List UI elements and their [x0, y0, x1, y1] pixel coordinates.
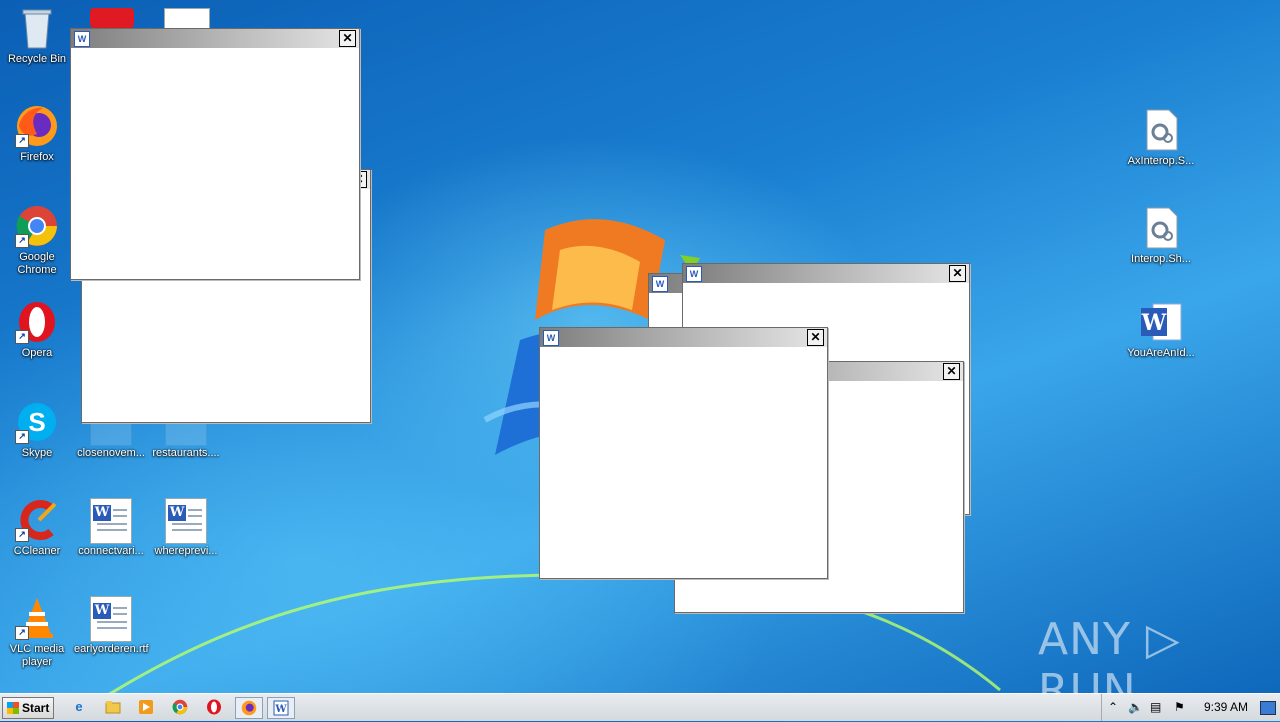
word-document-icon: W	[652, 276, 668, 292]
show-desktop-icon[interactable]	[1260, 701, 1276, 715]
dll-file-icon	[1139, 206, 1183, 250]
desktop-icon-label: Recycle Bin	[7, 53, 67, 65]
desktop-icon-youareanid[interactable]: W YouAreAnId...	[1124, 300, 1198, 360]
shortcut-arrow-icon: ↗	[15, 234, 29, 248]
desktop-icon-firefox[interactable]: ↗ Firefox	[0, 104, 74, 164]
desktop-icon-label: Opera	[21, 347, 53, 359]
firefox-icon: ↗	[15, 104, 59, 148]
start-button[interactable]: Start	[2, 697, 54, 719]
desktop-icon-label: restaurants....	[152, 447, 220, 459]
desktop-icon-ccleaner[interactable]: ↗ CCleaner	[0, 498, 74, 558]
shortcut-arrow-icon: ↗	[15, 626, 29, 640]
desktop-icon-chrome[interactable]: ↗ Google Chrome	[0, 204, 74, 277]
desktop-icon-recycle-bin[interactable]: Recycle Bin	[0, 6, 74, 66]
word-document-icon: W	[74, 31, 90, 47]
desktop-icon-label: VLC media player	[9, 643, 65, 668]
show-hidden-icons-icon[interactable]: ⌃	[1108, 700, 1118, 714]
desktop-icon-axinterop[interactable]: AxInterop.S...	[1124, 108, 1198, 168]
desktop-icon-label: Skype	[21, 447, 53, 459]
desktop-icon-label: connectvari...	[78, 545, 144, 557]
opera-icon[interactable]	[203, 697, 225, 717]
start-label: Start	[22, 701, 50, 715]
chrome-icon: ↗	[15, 204, 59, 248]
shortcut-arrow-icon: ↗	[15, 430, 29, 444]
popup-window[interactable]: W ✕	[70, 28, 360, 280]
recycle-bin-icon	[15, 6, 59, 50]
word-letter: W	[168, 505, 186, 521]
ccleaner-icon: ↗	[15, 498, 59, 542]
close-button[interactable]: ✕	[949, 265, 966, 282]
word-letter: W	[93, 505, 111, 521]
close-button[interactable]: ✕	[807, 329, 824, 346]
desktop-icon-label: closenovem...	[77, 447, 145, 459]
word-document-icon: W	[543, 330, 559, 346]
desktop-icon-label: CCleaner	[13, 545, 61, 557]
desktop-icon-label: Firefox	[20, 151, 54, 163]
network-icon[interactable]: ▤	[1150, 700, 1161, 714]
svg-text:W: W	[1141, 310, 1167, 336]
vlc-icon: ↗	[15, 596, 59, 640]
window-titlebar[interactable]: W ✕	[683, 264, 969, 283]
explorer-icon[interactable]	[102, 697, 124, 717]
windows-logo-icon	[7, 702, 19, 714]
desktop-icon-connectvari[interactable]: W connectvari...	[74, 498, 148, 558]
word-icon[interactable]: W	[267, 697, 295, 719]
close-button[interactable]: ✕	[943, 363, 960, 380]
window-titlebar[interactable]: W ✕	[540, 328, 827, 347]
shortcut-arrow-icon: ↗	[15, 330, 29, 344]
svg-text:S: S	[28, 407, 45, 437]
desktop-icon-earlyorderen[interactable]: W earlyorderen.rtf	[74, 596, 149, 656]
word-document-icon: W	[686, 266, 702, 282]
clock[interactable]: 9:39 AM	[1204, 700, 1248, 714]
chrome-icon[interactable]	[169, 697, 191, 717]
svg-text:W: W	[274, 704, 287, 715]
internet-explorer-icon[interactable]: e	[68, 697, 90, 717]
desktop-icon-interop-sh[interactable]: Interop.Sh...	[1124, 206, 1198, 266]
taskbar: Start e W ⌃ 🔈 ▤ ⚑ 9:39 AM	[0, 693, 1280, 721]
shortcut-arrow-icon: ↗	[15, 528, 29, 542]
word-document-icon: W	[89, 498, 133, 544]
media-player-icon[interactable]	[135, 697, 157, 717]
desktop-icon-label: earlyorderen.rtf	[74, 643, 149, 655]
action-center-flag-icon[interactable]: ⚑	[1174, 700, 1185, 714]
popup-window[interactable]: W ✕	[539, 327, 828, 579]
desktop-icon-partial-word[interactable]	[164, 8, 210, 30]
volume-icon[interactable]: 🔈	[1128, 700, 1143, 714]
shortcut-arrow-icon: ↗	[15, 134, 29, 148]
desktop-icon-partial-red[interactable]	[90, 8, 134, 28]
close-button[interactable]: ✕	[339, 30, 356, 47]
skype-icon: S ↗	[15, 400, 59, 444]
opera-icon: ↗	[15, 300, 59, 344]
word-icon: W	[1139, 300, 1183, 344]
desktop-icon-skype[interactable]: S ↗ Skype	[0, 400, 74, 460]
desktop-icon-whereprevi[interactable]: W whereprevi...	[149, 498, 223, 558]
desktop-icon-label: Interop.Sh...	[1131, 253, 1191, 265]
desktop-icon-label: whereprevi...	[154, 545, 218, 557]
system-tray: ⌃ 🔈 ▤ ⚑ 9:39 AM	[1101, 694, 1280, 721]
desktop-icon-label: AxInterop.S...	[1127, 155, 1195, 167]
window-titlebar[interactable]: W ✕	[71, 29, 359, 48]
desktop-icon-label: YouAreAnId...	[1127, 347, 1195, 359]
desktop-icon-vlc[interactable]: ↗ VLC media player	[0, 596, 74, 669]
desktop-icon-opera[interactable]: ↗ Opera	[0, 300, 74, 360]
word-document-icon: W	[89, 596, 133, 642]
dll-file-icon	[1139, 108, 1183, 152]
word-letter: W	[93, 603, 111, 619]
word-document-icon: W	[164, 498, 208, 544]
desktop-icon-label: Google Chrome	[17, 251, 57, 276]
firefox-icon[interactable]	[235, 697, 263, 719]
